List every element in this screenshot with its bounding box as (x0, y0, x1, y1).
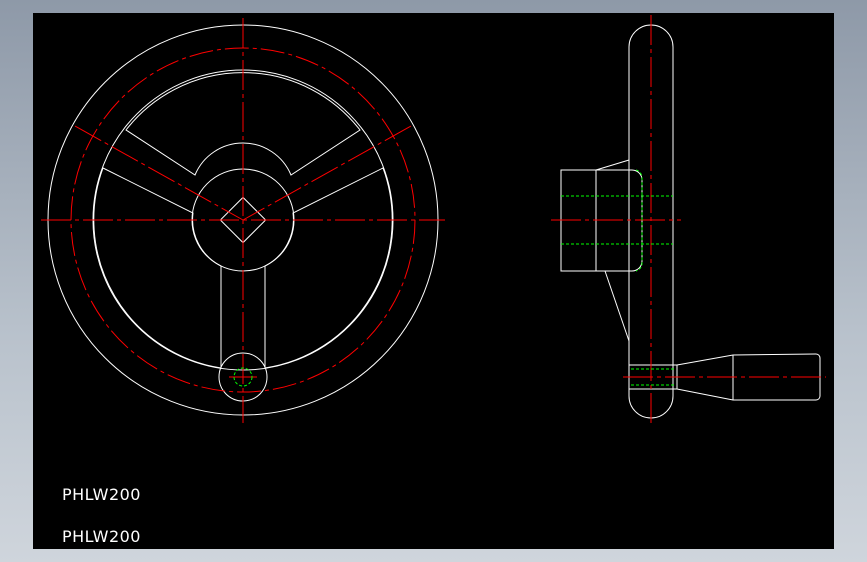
drawing-label: PHLW200 (62, 485, 141, 504)
front-view-centerlines (41, 18, 445, 423)
spoke-opening-right (264, 167, 393, 369)
side-view-centerlines (551, 15, 826, 423)
drawing-label: PHLW200 (62, 527, 141, 546)
hub-taper-bottom (604, 270, 630, 342)
spoke-opening-left (93, 167, 222, 369)
cad-drawing-canvas[interactable]: PHLW200 PHLW200 (33, 13, 834, 549)
hub-taper-top (595, 159, 630, 171)
side-view (560, 24, 821, 419)
side-view-hidden (561, 169, 675, 386)
cad-drawing (41, 15, 826, 423)
